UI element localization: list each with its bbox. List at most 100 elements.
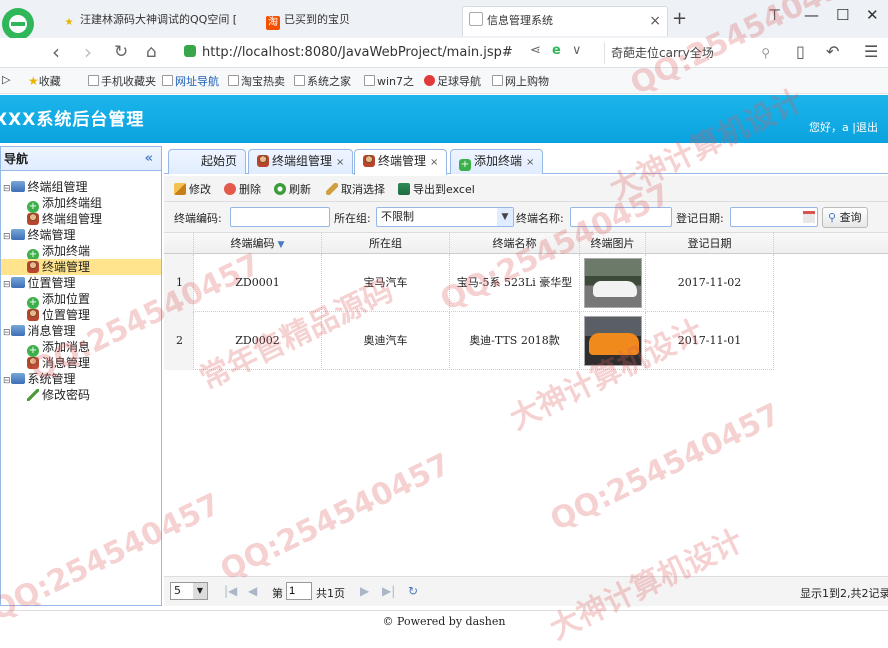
browser-tab-taobao[interactable]: 淘已买到的宝贝 xyxy=(260,6,450,36)
forward-icon[interactable]: › xyxy=(84,40,92,64)
tree-item-add-location[interactable]: + 添加位置 xyxy=(1,291,161,309)
bookmark-nav[interactable]: 网址导航 xyxy=(162,73,219,89)
content-tabs: 起始页 终端组管理 × 终端管理 × + 添加终端 × xyxy=(164,146,888,175)
tree-item-add-terminal[interactable]: + 添加终端 xyxy=(1,243,161,261)
tree-item-add-terminal-group[interactable]: + 添加终端组 xyxy=(1,195,161,213)
menu-icon[interactable]: ☰ xyxy=(864,42,878,61)
bookmark-taobao[interactable]: 淘宝热卖 xyxy=(228,73,285,89)
back-icon[interactable]: ‹ xyxy=(52,40,60,64)
computer-icon xyxy=(10,325,25,336)
tab-home[interactable]: 起始页 xyxy=(168,149,246,174)
calendar-icon[interactable] xyxy=(803,211,815,223)
collapse-icon[interactable]: « xyxy=(145,147,153,171)
bookmark-shopping[interactable]: 网上购物 xyxy=(492,73,549,89)
register-date-input[interactable] xyxy=(730,207,818,227)
tab-terminal[interactable]: 终端管理 × xyxy=(354,149,448,175)
close-window-icon[interactable]: ✕ xyxy=(866,6,879,24)
terminal-name-input[interactable] xyxy=(570,207,672,227)
logout-link[interactable]: 退出 xyxy=(856,121,878,134)
sidebar-toggle-icon[interactable]: ▷ xyxy=(2,73,10,86)
engine-icon[interactable]: e xyxy=(552,43,561,58)
table-row[interactable]: 1 ZD0001 宝马汽车 宝马-5系 523Li 豪华型 2017-11-02 xyxy=(164,254,774,312)
new-tab-button[interactable]: + xyxy=(672,8,687,29)
page-size-select[interactable]: 5 ▼ xyxy=(170,582,208,600)
maximize-icon[interactable]: ☐ xyxy=(836,6,849,24)
secure-icon xyxy=(184,45,196,57)
close-icon[interactable]: × xyxy=(430,157,438,168)
folder-icon xyxy=(88,75,99,86)
page-icon xyxy=(492,75,503,86)
tab-terminal-group[interactable]: 终端组管理 × xyxy=(248,149,354,174)
minimize-icon[interactable]: — xyxy=(804,6,819,24)
bookmark-favorites[interactable]: ★收藏 xyxy=(28,73,61,89)
delete-icon xyxy=(224,183,236,195)
reload-icon[interactable]: ↻ xyxy=(408,584,418,598)
close-icon[interactable]: × xyxy=(526,157,534,168)
delete-button[interactable]: 删除 xyxy=(224,181,261,197)
pager-summary: 显示1到2,共2记录 xyxy=(800,587,888,600)
home-icon[interactable]: ⌂ xyxy=(146,42,157,62)
tree-item-location-manage[interactable]: 位置管理 xyxy=(1,307,161,323)
date-label: 登记日期: xyxy=(676,212,724,225)
chevron-down-icon[interactable]: ∨ xyxy=(572,43,582,58)
close-tab-icon[interactable]: × xyxy=(649,7,661,35)
export-excel-button[interactable]: 导出到excel xyxy=(398,181,475,197)
last-page-icon[interactable]: ▶| xyxy=(382,584,395,598)
app-title: XXX系统后台管理 xyxy=(0,110,145,130)
prev-page-icon[interactable]: ◀ xyxy=(248,584,257,598)
first-page-icon[interactable]: |◀ xyxy=(224,584,237,598)
grid-header-num xyxy=(164,233,194,254)
taobao-icon: 淘 xyxy=(266,16,280,30)
tree-item-terminal-manage[interactable]: 终端管理 xyxy=(1,259,161,275)
phone-icon[interactable]: ▯ xyxy=(796,42,805,61)
browser-tab-active[interactable]: 信息管理系统 × xyxy=(462,6,668,36)
grid-header-code[interactable]: 终端编码 ▼ xyxy=(194,233,322,254)
tab-add-terminal[interactable]: + 添加终端 × xyxy=(450,149,544,174)
pencil-icon xyxy=(27,389,39,401)
page-icon xyxy=(364,75,375,86)
computer-icon xyxy=(10,229,25,240)
edit-button[interactable]: 修改 xyxy=(174,181,211,197)
grid-cell-image xyxy=(580,254,646,312)
chevron-down-icon[interactable]: ▼ xyxy=(193,583,207,599)
next-page-icon[interactable]: ▶ xyxy=(360,584,369,598)
search-icon[interactable]: ⚲ xyxy=(761,42,770,64)
grid-header-date[interactable]: 登记日期 xyxy=(646,233,774,254)
tree-item-add-message[interactable]: + 添加消息 xyxy=(1,339,161,357)
tree-item-message-manage[interactable]: 消息管理 xyxy=(1,355,161,371)
table-row[interactable]: 2 ZD0002 奥迪汽车 奥迪-TTS 2018款 2017-11-01 xyxy=(164,312,774,370)
football-icon xyxy=(424,75,435,86)
bookmark-football[interactable]: 足球导航 xyxy=(424,73,481,89)
grid-header-name[interactable]: 终端名称 xyxy=(450,233,580,254)
bookmark-win7[interactable]: win7之 xyxy=(364,73,414,89)
close-icon[interactable]: × xyxy=(336,157,344,168)
undo-icon[interactable]: ↶ xyxy=(826,42,839,61)
refresh-button[interactable]: 刷新 xyxy=(274,181,311,197)
unselect-button[interactable]: 取消选择 xyxy=(326,181,385,197)
tree-group-location[interactable]: ⊟ 位置管理 xyxy=(1,275,161,291)
page-number-input[interactable] xyxy=(286,582,312,600)
tree-group-terminal[interactable]: ⊟ 终端管理 xyxy=(1,227,161,243)
user-icon xyxy=(27,357,39,369)
browser-search-input[interactable]: 奇葩走位carry全场 ⚲ xyxy=(604,42,774,64)
grid-header-image[interactable]: 终端图片 xyxy=(580,233,646,254)
tree-group-system[interactable]: ⊟ 系统管理 xyxy=(1,371,161,387)
browser-tab-qq[interactable]: ★ 汪建林源码大神调试的QQ空间 [ xyxy=(56,6,256,36)
computer-icon xyxy=(10,373,25,384)
group-select[interactable]: 不限制 ▼ xyxy=(376,207,514,227)
tree-item-terminal-group-manage[interactable]: 终端组管理 xyxy=(1,211,161,227)
reload-icon[interactable]: ↻ xyxy=(114,42,128,62)
tree-group-terminal-group[interactable]: ⊟ 终端组管理 xyxy=(1,179,161,195)
bookmark-mobile[interactable]: 手机收藏夹 xyxy=(88,73,156,89)
tree-group-message[interactable]: ⊟ 消息管理 xyxy=(1,323,161,339)
shirt-icon[interactable]: ⊤ xyxy=(768,6,781,24)
bookmark-xitong[interactable]: 系统之家 xyxy=(294,73,351,89)
pager: 5▼ |◀ ◀ 第 共1页 ▶ ▶| ↻ 显示1到2,共2记录 xyxy=(164,576,888,606)
chevron-down-icon[interactable]: ▼ xyxy=(497,208,513,226)
share-icon[interactable]: ⋖ xyxy=(530,43,541,58)
tree-item-change-password[interactable]: 修改密码 xyxy=(1,387,161,403)
terminal-code-input[interactable] xyxy=(230,207,330,227)
query-button[interactable]: ⚲ 查询 xyxy=(822,207,868,228)
group-label: 所在组: xyxy=(334,212,371,225)
grid-header-group[interactable]: 所在组 xyxy=(322,233,450,254)
